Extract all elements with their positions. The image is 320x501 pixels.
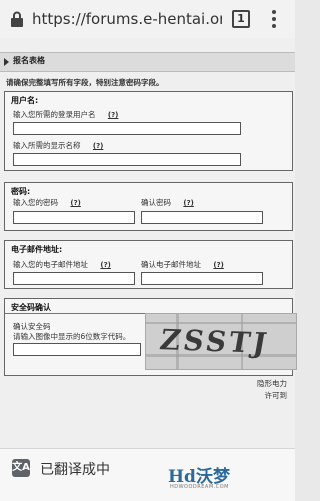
trailing-text-1: 隐形电力: [257, 379, 287, 388]
confirm-password-label: 确认密码: [141, 198, 171, 207]
password-section: 密码: 输入您的密码 (?) 确认密码 (?): [4, 182, 293, 231]
email-section: 电子邮件地址: 输入您的电子邮件地址 (?) 确认电子邮件地址 (?): [4, 240, 293, 289]
username-section: 用户名: 输入您所需的登录用户名 (?) 输入所需的显示名称 (?): [4, 91, 293, 171]
login-username-label: 输入您所需的登录用户名: [13, 110, 96, 119]
captcha-section-title: 安全码确认: [11, 303, 51, 312]
watermark-sub-text: HDWOODREAM.COM: [170, 484, 229, 490]
display-name-input[interactable]: [13, 153, 241, 166]
password-section-title: 密码:: [11, 187, 31, 196]
username-section-title: 用户名:: [11, 96, 39, 105]
display-name-help-link[interactable]: (?): [93, 142, 103, 150]
password-label: 输入您的密码: [13, 198, 58, 207]
password-help-link[interactable]: (?): [70, 199, 80, 207]
translate-bar: 文A 已翻译成中: [0, 448, 295, 501]
confirm-email-input[interactable]: [141, 272, 263, 285]
confirm-password-input[interactable]: [141, 211, 263, 224]
watermark: Hd沃梦 HDWOODREAM.COM: [168, 462, 238, 494]
email-help-link[interactable]: (?): [100, 261, 110, 269]
form-heading-bar: 报名表格: [0, 52, 295, 72]
confirm-password-help-link[interactable]: (?): [183, 199, 193, 207]
captcha-image-text: ZSSTJ: [157, 323, 272, 360]
email-input[interactable]: [13, 272, 135, 285]
more-options-icon[interactable]: [272, 10, 276, 28]
address-bar[interactable]: https://forums.e-hentai.org/ir: [32, 9, 222, 29]
password-input[interactable]: [13, 211, 135, 224]
captcha-section: 安全码确认 确认安全码 请输入图像中显示的6位数字代码。 ZSSTJ: [4, 298, 297, 376]
browser-toolbar: https://forums.e-hentai.org/ir 1: [0, 0, 295, 39]
captcha-instructions: 请输入图像中显示的6位数字代码。: [13, 332, 131, 341]
login-username-input[interactable]: [13, 122, 241, 135]
trailing-text-2: 许可到: [264, 391, 288, 400]
email-section-title: 电子邮件地址:: [11, 245, 63, 254]
display-name-label: 输入所需的显示名称: [13, 141, 81, 150]
login-username-help-link[interactable]: (?): [108, 111, 118, 119]
captcha-image: ZSSTJ: [145, 313, 297, 370]
captcha-input[interactable]: [13, 343, 141, 356]
confirm-email-help-link[interactable]: (?): [213, 261, 223, 269]
tab-switcher-button[interactable]: 1: [232, 10, 250, 28]
triangle-right-icon: [4, 58, 9, 66]
form-notice: 请确保完整填写所有字段，特别注意密码字段。: [6, 78, 164, 87]
form-heading: 报名表格: [13, 56, 45, 65]
translate-icon[interactable]: 文A: [12, 459, 30, 477]
registration-page: 报名表格 请确保完整填写所有字段，特别注意密码字段。 用户名: 输入您所需的登录…: [0, 38, 297, 448]
translate-status-label[interactable]: 已翻译成中: [40, 459, 110, 479]
confirm-email-label: 确认电子邮件地址: [141, 260, 201, 269]
email-label: 输入您的电子邮件地址: [13, 260, 88, 269]
lock-icon: [11, 11, 23, 27]
